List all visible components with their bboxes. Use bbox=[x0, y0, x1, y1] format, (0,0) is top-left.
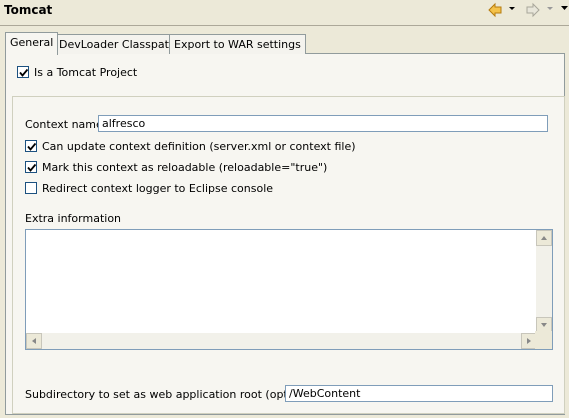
subdirectory-field[interactable]: /WebContent bbox=[285, 385, 553, 402]
scroll-left-button[interactable] bbox=[26, 333, 42, 349]
dropdown-icon[interactable] bbox=[509, 6, 516, 12]
subdirectory-label: Subdirectory to set as web application r… bbox=[25, 388, 319, 401]
arrow-down-icon bbox=[541, 323, 547, 327]
tab-general[interactable]: General bbox=[5, 32, 59, 55]
scrollbar-corner bbox=[535, 331, 552, 349]
tab-label: General bbox=[10, 36, 54, 49]
back-arrow-icon[interactable] bbox=[487, 2, 503, 18]
checkmark-icon bbox=[19, 68, 29, 77]
dropdown-icon[interactable] bbox=[547, 6, 554, 12]
titlebar-divider bbox=[0, 25, 569, 26]
can-update-context-label: Can update context definition (server.xm… bbox=[42, 140, 356, 153]
is-tomcat-project-label: Is a Tomcat Project bbox=[34, 66, 138, 79]
context-name-value: alfresco bbox=[102, 117, 146, 130]
reloadable-label: Mark this context as reloadable (reloada… bbox=[42, 161, 328, 174]
reloadable-checkbox[interactable] bbox=[25, 161, 37, 173]
redirect-logger-checkbox[interactable] bbox=[25, 182, 37, 194]
checkmark-icon bbox=[27, 142, 37, 151]
view-title: Tomcat bbox=[4, 3, 53, 17]
subdirectory-value: /WebContent bbox=[289, 387, 361, 400]
arrow-up-icon bbox=[541, 236, 547, 240]
redirect-logger-label: Redirect context logger to Eclipse conso… bbox=[42, 182, 274, 195]
checkmark-icon bbox=[27, 163, 37, 172]
tab-label: Export to WAR settings bbox=[174, 38, 301, 51]
tab-label: DevLoader Classpath bbox=[59, 38, 176, 51]
scroll-up-button[interactable] bbox=[536, 230, 552, 246]
horizontal-scrollbar[interactable] bbox=[26, 333, 537, 349]
view-titlebar: Tomcat bbox=[0, 0, 569, 23]
extra-information-label: Extra information bbox=[25, 212, 122, 225]
tab-export-to-war[interactable]: Export to WAR settings bbox=[169, 34, 306, 54]
can-update-context-checkbox[interactable] bbox=[25, 140, 37, 152]
arrow-right-icon bbox=[527, 338, 531, 344]
view-menu-icon[interactable] bbox=[561, 5, 569, 12]
vertical-scrollbar[interactable] bbox=[536, 230, 552, 333]
arrow-left-icon bbox=[32, 338, 36, 344]
forward-arrow-icon[interactable] bbox=[525, 2, 541, 18]
context-name-label: Context name bbox=[25, 118, 103, 131]
context-name-field[interactable]: alfresco bbox=[98, 115, 548, 132]
extra-information-textarea[interactable] bbox=[25, 229, 553, 350]
is-tomcat-project-checkbox[interactable] bbox=[17, 66, 29, 78]
tab-devloader-classpath[interactable]: DevLoader Classpath bbox=[54, 34, 181, 54]
